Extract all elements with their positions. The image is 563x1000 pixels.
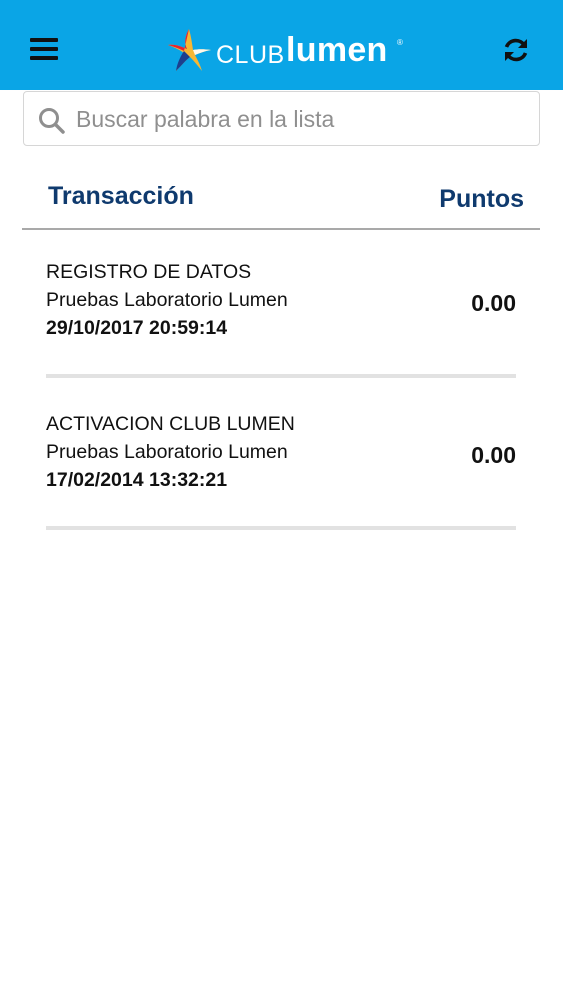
column-header-points: Puntos <box>439 185 524 213</box>
transaction-store: Pruebas Laboratorio Lumen <box>46 289 288 311</box>
hamburger-menu-icon <box>30 38 58 42</box>
lumen-star-icon <box>168 29 211 71</box>
column-header-transaction: Transacción <box>48 182 194 210</box>
transaction-row[interactable]: REGISTRO DE DATOS Pruebas Laboratorio Lu… <box>0 232 563 384</box>
transaction-row[interactable]: ACTIVACION CLUB LUMEN Pruebas Laboratori… <box>0 384 563 536</box>
search-bar <box>23 91 540 146</box>
search-icon <box>39 108 65 134</box>
row-divider <box>46 374 516 378</box>
transaction-points: 0.00 <box>471 442 516 468</box>
club-lumen-logo: CLUB lumen ® <box>165 26 405 72</box>
app-header: CLUB lumen ® <box>0 0 563 90</box>
transaction-type: ACTIVACION CLUB LUMEN <box>46 413 295 435</box>
transaction-type: REGISTRO DE DATOS <box>46 261 252 283</box>
transaction-points: 0.00 <box>471 290 516 316</box>
transaction-store: Pruebas Laboratorio Lumen <box>46 441 288 463</box>
table-header: Transacción Puntos <box>22 160 540 230</box>
logo-registered-mark: ® <box>397 38 403 47</box>
transaction-datetime: 17/02/2014 13:32:21 <box>46 469 228 491</box>
logo-lumen-text: lumen <box>286 31 388 69</box>
refresh-icon <box>504 38 528 62</box>
search-input[interactable] <box>76 100 526 138</box>
row-divider <box>46 526 516 530</box>
logo-club-text: CLUB <box>216 41 285 69</box>
transaction-list: REGISTRO DE DATOS Pruebas Laboratorio Lu… <box>0 232 563 536</box>
refresh-button[interactable] <box>500 34 532 66</box>
menu-button[interactable] <box>28 34 62 64</box>
transaction-datetime: 29/10/2017 20:59:14 <box>46 317 228 339</box>
